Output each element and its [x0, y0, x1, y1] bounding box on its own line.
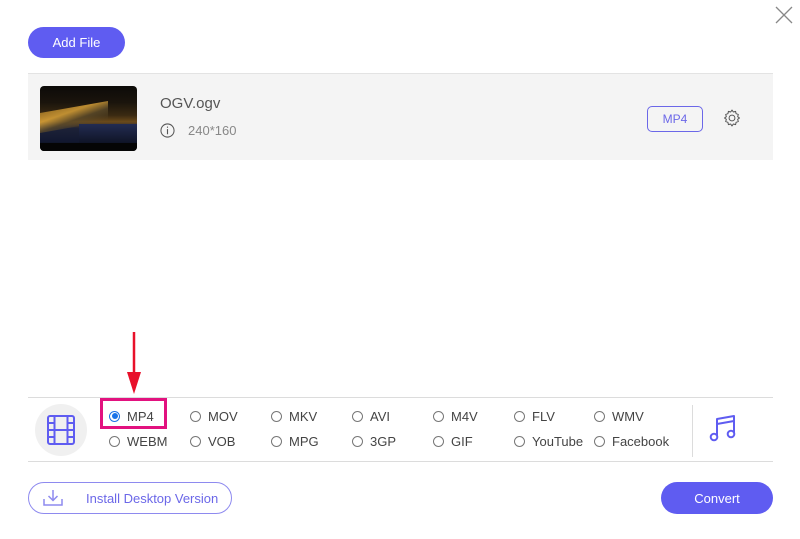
format-option-avi[interactable]: AVI: [352, 408, 390, 424]
annotation-arrow: [127, 332, 141, 394]
radio-button[interactable]: [514, 410, 525, 422]
format-option-facebook[interactable]: Facebook: [594, 433, 669, 449]
format-option-vob[interactable]: VOB: [190, 433, 235, 449]
close-icon: [775, 6, 793, 24]
format-option-mp4[interactable]: MP4: [109, 408, 154, 424]
radio-button[interactable]: [352, 435, 363, 447]
music-note-icon[interactable]: [708, 412, 738, 444]
format-option-mov[interactable]: MOV: [190, 408, 238, 424]
format-option-gif[interactable]: GIF: [433, 433, 473, 449]
format-option-webm[interactable]: WEBM: [109, 433, 167, 449]
radio-button[interactable]: [271, 435, 282, 447]
file-row: OGV.ogv 240*160 MP4: [28, 73, 773, 160]
close-button[interactable]: [774, 5, 794, 25]
convert-button[interactable]: Convert: [661, 482, 773, 514]
radio-button[interactable]: [109, 410, 120, 422]
film-icon: [47, 415, 75, 445]
panel-divider: [692, 405, 693, 457]
install-label: Install Desktop Version: [86, 491, 219, 506]
format-option-mpg[interactable]: MPG: [271, 433, 319, 449]
format-option-youtube[interactable]: YouTube: [514, 433, 583, 449]
radio-button[interactable]: [271, 410, 282, 422]
radio-button[interactable]: [109, 435, 120, 447]
radio-button[interactable]: [190, 435, 201, 447]
file-resolution: 240*160: [188, 123, 237, 138]
settings-gear-icon[interactable]: [722, 108, 742, 128]
format-option-m4v[interactable]: M4V: [433, 408, 478, 424]
video-format-tab[interactable]: [35, 404, 87, 456]
add-file-button[interactable]: Add File: [28, 27, 125, 58]
radio-button[interactable]: [433, 435, 444, 447]
output-format-button[interactable]: MP4: [647, 106, 703, 132]
radio-button[interactable]: [433, 410, 444, 422]
format-option-flv[interactable]: FLV: [514, 408, 555, 424]
info-icon[interactable]: [160, 123, 175, 138]
format-option-3gp[interactable]: 3GP: [352, 433, 396, 449]
radio-button[interactable]: [594, 435, 605, 447]
radio-button[interactable]: [352, 410, 363, 422]
format-panel: MP4 MOV MKV AVI M4V FLV WMV WEBM VOB MPG…: [28, 397, 773, 462]
file-name: OGV.ogv: [160, 95, 221, 112]
install-desktop-button[interactable]: Install Desktop Version: [28, 482, 232, 514]
download-icon: [43, 490, 63, 506]
format-option-wmv[interactable]: WMV: [594, 408, 644, 424]
video-thumbnail: [40, 86, 137, 151]
radio-button[interactable]: [514, 435, 525, 447]
radio-button[interactable]: [190, 410, 201, 422]
format-option-mkv[interactable]: MKV: [271, 408, 317, 424]
radio-button[interactable]: [594, 410, 605, 422]
